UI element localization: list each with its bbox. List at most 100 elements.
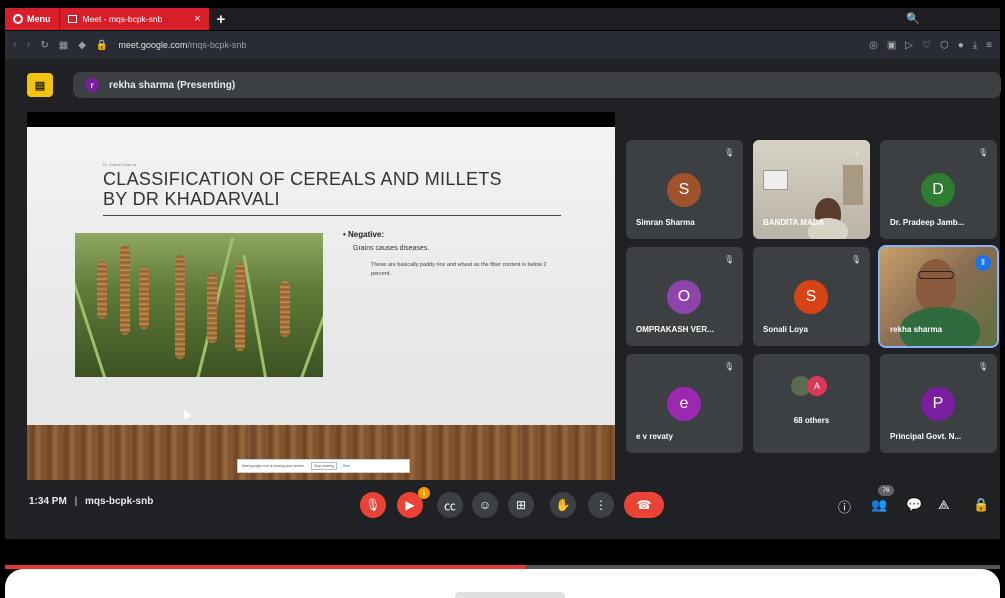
screen-share-toast: Meet.google.com is sharing your screen. … xyxy=(237,459,410,473)
notification-badge: 1 xyxy=(418,487,430,499)
toast-text: Meet.google.com is sharing your screen. xyxy=(242,464,306,468)
mic-toggle-button[interactable]: 🎙︎ xyxy=(360,492,386,518)
mic-off-icon: 🎙︎ xyxy=(365,498,381,512)
participant-tile[interactable]: 🎙︎ e e v revaty xyxy=(626,354,743,453)
meeting-info: 1:34 PM | mqs-bcpk-snb xyxy=(29,496,153,507)
speed-dial-icon[interactable]: ▦ xyxy=(59,40,68,51)
participant-avatar: e xyxy=(667,387,701,421)
url-field[interactable]: meet.google.com/mqs-bcpk-snb xyxy=(118,40,246,50)
mic-off-icon: 🎙︎ xyxy=(978,148,989,157)
participant-tile[interactable]: 🎙︎ S Sonali Loya xyxy=(753,247,870,346)
mic-off-icon: 🎙︎ xyxy=(724,362,735,371)
more-options-button[interactable]: ⋮ xyxy=(588,492,614,518)
slide-bullet-diseases: Grains causes diseases. xyxy=(353,245,430,252)
new-tab-button[interactable]: + xyxy=(217,11,226,28)
snapshot-icon[interactable]: ▣ xyxy=(887,40,896,51)
phone-hangup-icon: ☎ xyxy=(636,498,652,512)
profile-icon[interactable]: ● xyxy=(958,40,964,51)
participant-avatar: D xyxy=(921,173,955,207)
mic-off-icon: 🎙︎ xyxy=(851,148,862,157)
participant-avatar: S xyxy=(794,280,828,314)
millet-photo xyxy=(75,233,323,377)
reactions-button[interactable]: ☺ xyxy=(472,492,498,518)
hide-toast-button[interactable]: Hide xyxy=(343,464,350,468)
slide-title: CLASSIFICATION OF CEREALS AND MILLETS BY… xyxy=(103,169,502,209)
slide-background: Dr. Vratha Sharma CLASSIFICATION OF CERE… xyxy=(27,127,615,480)
browser-tab-meet[interactable]: Meet - mqs-bcpk-snb × xyxy=(58,8,209,30)
participant-avatar: P xyxy=(921,387,955,421)
host-controls-icon[interactable]: 🔒 xyxy=(973,497,989,513)
hand-icon: ✋ xyxy=(555,498,571,512)
participant-name: Sonali Loya xyxy=(763,325,808,334)
mic-off-icon: 🎙︎ xyxy=(978,362,989,371)
clock-time: 1:34 PM xyxy=(29,496,67,507)
vpn-icon[interactable]: ◆ xyxy=(78,40,86,51)
more-vert-icon: ⋮ xyxy=(595,498,607,512)
leave-call-button[interactable]: ☎ xyxy=(624,492,664,518)
send-icon[interactable]: ▷ xyxy=(905,40,913,51)
tab-close-icon[interactable]: × xyxy=(194,13,200,25)
mic-off-icon: 🎙︎ xyxy=(851,255,862,264)
present-button[interactable]: ⊞ xyxy=(508,492,534,518)
heart-icon[interactable]: ♡ xyxy=(922,40,931,51)
participant-name: OMPRAKASH VER... xyxy=(636,325,714,334)
menu-label: Menu xyxy=(27,14,51,24)
tab-search-icon[interactable]: 🔍 xyxy=(906,12,920,25)
download-icon[interactable]: ⤓ xyxy=(973,40,977,51)
participant-name: Dr. Pradeep Jamb... xyxy=(890,218,965,227)
captions-button[interactable]: ㏄ xyxy=(437,492,463,518)
activities-icon[interactable]: ⟁ xyxy=(938,497,950,513)
address-bar-actions: ◎ ▣ ▷ ♡ ⬡ ● ⤓ ≡ xyxy=(869,40,992,51)
presenting-bar: ▤ r rekha sharma (Presenting) xyxy=(27,72,1001,98)
participant-name: e v revaty xyxy=(636,432,673,441)
back-icon[interactable]: ‹ xyxy=(13,39,17,51)
url-host: meet.google.com xyxy=(118,40,188,50)
participant-name: rekha sharma xyxy=(890,325,943,334)
slide-bullet-negative: • Negative: xyxy=(343,230,385,239)
presentation-slide[interactable]: Dr. Vratha Sharma CLASSIFICATION OF CERE… xyxy=(27,112,615,480)
others-letter-avatar: A xyxy=(807,376,827,396)
participant-avatar: S xyxy=(667,173,701,207)
url-path: /mqs-bcpk-snb xyxy=(187,40,247,50)
opera-menu-button[interactable]: Menu xyxy=(5,8,59,30)
easy-setup-icon[interactable]: ≡ xyxy=(986,40,992,51)
mic-off-icon: 🎙︎ xyxy=(724,148,735,157)
others-tile[interactable]: A 68 others xyxy=(753,354,870,453)
speaking-indicator-icon: ⦀ xyxy=(975,255,991,271)
meet-window: ▤ r rekha sharma (Presenting) Dr. Vratha… xyxy=(5,59,1001,539)
stop-sharing-button[interactable]: Stop sharing xyxy=(311,462,337,470)
slide-title-rule xyxy=(103,215,561,216)
present-screen-icon[interactable]: ▤ xyxy=(27,73,53,97)
tab-favicon-icon xyxy=(67,15,77,23)
meeting-details-icon[interactable]: ⓘ xyxy=(838,497,851,516)
participant-tile[interactable]: 🎙︎ BANDITA MADA xyxy=(753,140,870,239)
presenter-avatar: r xyxy=(85,78,99,92)
forward-icon[interactable]: › xyxy=(27,39,31,51)
participant-name: BANDITA MADA xyxy=(763,218,825,227)
emoji-icon: ☺ xyxy=(478,498,492,512)
screen: Menu Meet - mqs-bcpk-snb × + 🔍 ‹ › ↻ ▦ ◆… xyxy=(0,0,1005,598)
tab-title: Meet - mqs-bcpk-snb xyxy=(82,14,163,24)
camera-off-icon: ▶ xyxy=(405,498,415,512)
lock-icon: 🔒 xyxy=(95,39,109,51)
present-icon: ⊞ xyxy=(515,498,527,512)
address-bar: ‹ › ↻ ▦ ◆ 🔒 meet.google.com/mqs-bcpk-snb… xyxy=(5,31,1000,59)
participant-tile[interactable]: 🎙︎ D Dr. Pradeep Jamb... xyxy=(880,140,997,239)
raise-hand-button[interactable]: ✋ xyxy=(550,492,576,518)
participant-tile[interactable]: 🎙︎ O OMPRAKASH VER... xyxy=(626,247,743,346)
participant-tile[interactable]: 🎙︎ S Simran Sharma xyxy=(626,140,743,239)
people-count-badge: 76 xyxy=(878,485,894,496)
camera-icon[interactable]: ◎ xyxy=(869,40,878,51)
slide-author: Dr. Vratha Sharma xyxy=(103,162,136,167)
participant-tile-active-speaker[interactable]: ⦀ rekha sharma xyxy=(878,245,999,348)
others-avatars: A xyxy=(791,376,827,396)
extensions-icon[interactable]: ⬡ xyxy=(940,40,949,51)
chat-icon[interactable]: 💬 xyxy=(906,497,922,513)
people-icon[interactable]: 👥 xyxy=(871,497,887,513)
browser-tab-bar: Menu Meet - mqs-bcpk-snb × + 🔍 xyxy=(5,8,1000,30)
sheet-drag-handle[interactable] xyxy=(455,592,565,598)
mic-off-icon: 🎙︎ xyxy=(724,255,735,264)
participant-tile[interactable]: 🎙︎ P Principal Govt. N... xyxy=(880,354,997,453)
reload-icon[interactable]: ↻ xyxy=(40,40,48,51)
presenter-pill[interactable]: r rekha sharma (Presenting) xyxy=(73,72,1001,98)
